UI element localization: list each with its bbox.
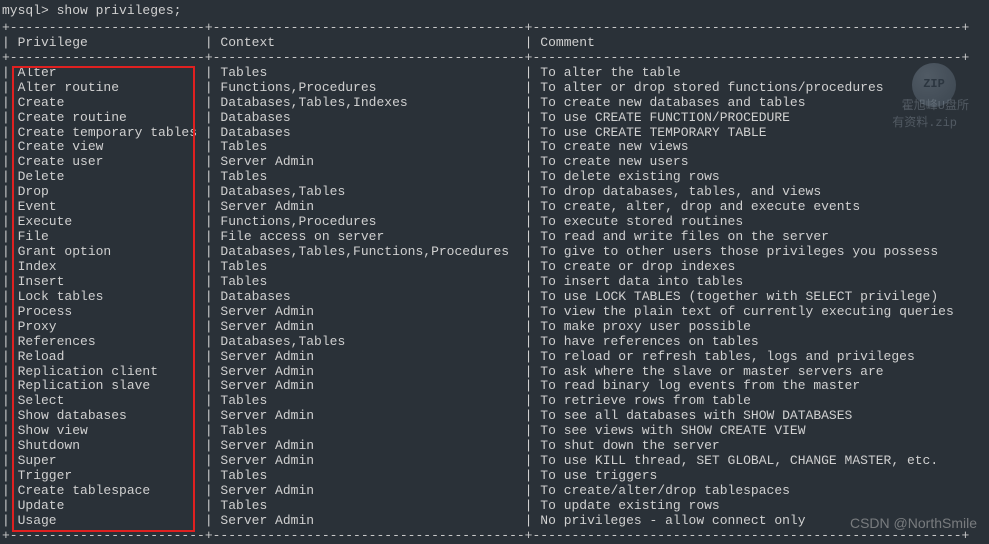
table-row: | Process | Server Admin | To view the p… (2, 305, 987, 320)
table-row: | Trigger | Tables | To use triggers (2, 469, 987, 484)
table-row: | Insert | Tables | To insert data into … (2, 275, 987, 290)
table-row: | Alter | Tables | To alter the table (2, 66, 987, 81)
table-row: | Show databases | Server Admin | To see… (2, 409, 987, 424)
table-row: | Create view | Tables | To create new v… (2, 140, 987, 155)
table-row: | Select | Tables | To retrieve rows fro… (2, 394, 987, 409)
mysql-prompt: mysql> show privileges; (2, 2, 987, 21)
zip-watermark-text-2: 有资料.zip (892, 117, 957, 131)
table-row: | Grant option | Databases,Tables,Functi… (2, 245, 987, 260)
table-row: | References | Databases,Tables | To hav… (2, 335, 987, 350)
table-header-row: | Privilege | Context | Comment (2, 36, 987, 51)
table-row: | Reload | Server Admin | To reload or r… (2, 350, 987, 365)
table-row: | Replication slave | Server Admin | To … (2, 379, 987, 394)
zip-watermark-text-1: 霍旭峰U盘所 (902, 100, 969, 114)
table-mid-border: +-------------------------+-------------… (2, 51, 987, 66)
table-row: | Create temporary tables | Databases | … (2, 126, 987, 141)
csdn-watermark: CSDN @NorthSmile (850, 515, 977, 531)
table-row: | Shutdown | Server Admin | To shut down… (2, 439, 987, 454)
table-row: | Show view | Tables | To see views with… (2, 424, 987, 439)
table-row: | Create tablespace | Server Admin | To … (2, 484, 987, 499)
table-row: | Delete | Tables | To delete existing r… (2, 170, 987, 185)
table-row: | Index | Tables | To create or drop ind… (2, 260, 987, 275)
table-row: | Replication client | Server Admin | To… (2, 365, 987, 380)
table-row: | Create | Databases,Tables,Indexes | To… (2, 96, 987, 111)
table-bottom-border: +-------------------------+-------------… (2, 529, 987, 544)
table-row: | File | File access on server | To read… (2, 230, 987, 245)
table-row: | Event | Server Admin | To create, alte… (2, 200, 987, 215)
table-row: | Proxy | Server Admin | To make proxy u… (2, 320, 987, 335)
table-row: | Usage | Server Admin | No privileges -… (2, 514, 987, 529)
table-row: | Update | Tables | To update existing r… (2, 499, 987, 514)
table-row: | Super | Server Admin | To use KILL thr… (2, 454, 987, 469)
table-top-border: +-------------------------+-------------… (2, 21, 987, 36)
table-row: | Drop | Databases,Tables | To drop data… (2, 185, 987, 200)
table-row: | Execute | Functions,Procedures | To ex… (2, 215, 987, 230)
table-body: | Alter | Tables | To alter the table| A… (2, 66, 987, 529)
table-row: | Create user | Server Admin | To create… (2, 155, 987, 170)
table-row: | Alter routine | Functions,Procedures |… (2, 81, 987, 96)
table-row: | Create routine | Databases | To use CR… (2, 111, 987, 126)
table-row: | Lock tables | Databases | To use LOCK … (2, 290, 987, 305)
